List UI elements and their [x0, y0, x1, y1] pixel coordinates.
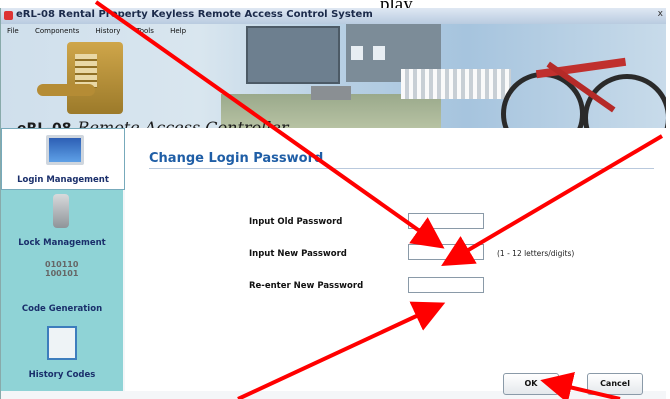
app-window: eRL-08Remote Access Controller eRL-08 Re…	[0, 8, 666, 399]
close-icon[interactable]: x	[658, 9, 663, 19]
lever-handle-graphic	[37, 84, 95, 96]
main-panel: Change Login Password Input Old Password…	[125, 128, 666, 395]
keypad-graphic	[75, 54, 97, 88]
window-title: eRL-08 Rental Property Keyless Remote Ac…	[16, 9, 373, 20]
new-password-input[interactable]	[408, 244, 484, 260]
history-icon	[47, 326, 77, 360]
sidebar: Login Management Lock Management 010110 …	[1, 128, 125, 391]
reenter-password-input[interactable]	[408, 277, 484, 293]
sidebar-item-label: Login Management	[17, 175, 109, 185]
app-icon	[4, 11, 13, 20]
house-window	[373, 46, 385, 60]
sidebar-item-label: Lock Management	[18, 238, 106, 248]
menu-file[interactable]: File	[7, 27, 19, 35]
keys-icon-digits: 010110 100101	[45, 260, 79, 278]
password-hint: (1 - 12 letters/digits)	[497, 249, 575, 258]
house-graphic	[246, 26, 340, 84]
cancel-button[interactable]: Cancel	[587, 373, 643, 395]
menu-help[interactable]: Help	[170, 27, 186, 35]
ok-button[interactable]: OK	[503, 373, 559, 395]
title-divider	[149, 168, 654, 169]
house-window	[351, 46, 363, 60]
sidebar-item-lock-management[interactable]: Lock Management	[1, 190, 123, 252]
lock-icon	[53, 194, 69, 228]
sidebar-item-code-generation[interactable]: 010110 100101 Code Generation	[1, 254, 123, 316]
keyless-lock-image	[37, 42, 123, 114]
monitor-icon	[46, 135, 84, 165]
page-title: Change Login Password	[149, 151, 324, 166]
keys-icon: 010110 100101	[45, 260, 79, 288]
old-password-label: Input Old Password	[249, 217, 343, 227]
sidebar-item-history-codes[interactable]: History Codes	[1, 318, 123, 384]
old-password-input[interactable]	[408, 213, 484, 229]
menu-history[interactable]: History	[95, 27, 120, 35]
fence-graphic	[401, 69, 511, 99]
menu-components[interactable]: Components	[35, 27, 79, 35]
menu-bar: File Components History Tools Help	[7, 27, 200, 35]
sidebar-item-label: Code Generation	[21, 304, 103, 314]
title-bar: eRL-08 Rental Property Keyless Remote Ac…	[1, 8, 666, 24]
bench-graphic	[311, 86, 351, 100]
header-banner: eRL-08Remote Access Controller	[1, 24, 666, 162]
reenter-password-label: Re-enter New Password	[249, 281, 364, 291]
new-password-label: Input New Password	[249, 249, 347, 259]
menu-tools[interactable]: Tools	[137, 27, 154, 35]
sidebar-item-label: History Codes	[28, 370, 96, 380]
sidebar-item-login-management[interactable]: Login Management	[1, 128, 125, 190]
